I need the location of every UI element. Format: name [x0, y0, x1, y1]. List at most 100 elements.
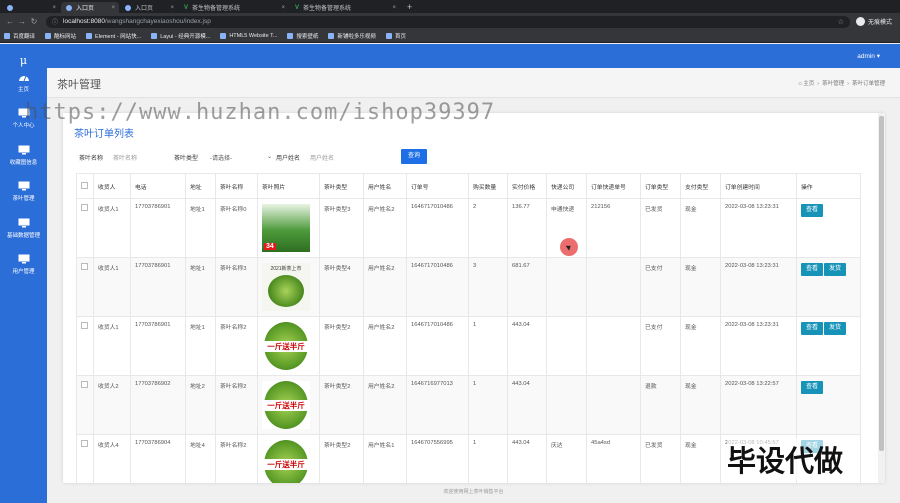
view-button[interactable]: 查看	[801, 381, 824, 394]
cell-img: 一斤送半斤	[257, 375, 320, 435]
cell-user: 用户姓名2	[363, 198, 407, 258]
monitor-icon	[18, 181, 30, 191]
cell-img: 34	[257, 198, 320, 258]
close-icon[interactable]: ×	[392, 5, 396, 11]
ship-button[interactable]: 发货	[824, 263, 847, 276]
browser-tab[interactable]: 入口页 ×	[61, 2, 119, 13]
filter-bar: 茶叶名称 茶叶名称 茶叶类型 -请选择- ⌄ 用户姓名 用户姓名 查询	[79, 149, 869, 165]
search-button[interactable]: 查询	[401, 149, 427, 164]
cell-img: 一斤送半斤	[257, 434, 320, 483]
user-menu[interactable]: admin ▾	[857, 52, 880, 60]
bookmark-item[interactable]: 新铺啦多乐视频	[328, 32, 376, 40]
cell-phone: 17703786904	[130, 434, 186, 483]
bookmark-item[interactable]: 搜索壁纸	[287, 32, 318, 40]
cell-type: 茶叶类型2	[319, 375, 364, 435]
row-checkbox[interactable]	[81, 381, 88, 388]
bookmark-label: HTML5 Website T...	[229, 33, 278, 39]
row-checkbox[interactable]	[81, 204, 88, 211]
row-checkbox[interactable]	[81, 322, 88, 329]
select-all-checkbox[interactable]	[81, 181, 88, 189]
cell-pay: 现金	[680, 316, 721, 376]
cell-tracking	[586, 375, 641, 435]
breadcrumb-item[interactable]: ⌂ 主页	[798, 81, 814, 87]
back-icon[interactable]: ←	[4, 17, 16, 26]
breadcrumb-item[interactable]: 茶叶管理	[822, 81, 844, 87]
bookmark-item[interactable]: HTML5 Website T...	[220, 33, 277, 39]
forward-icon[interactable]: →	[16, 17, 28, 26]
sidebar-item[interactable]: 茶叶管理	[0, 181, 47, 217]
cell-price: 443.04	[507, 375, 547, 435]
bookmark-star-icon[interactable]: ☆	[838, 18, 844, 26]
globe-icon	[66, 4, 72, 11]
cell-qty: 1	[468, 434, 508, 483]
cell-qty: 1	[468, 316, 508, 376]
cell-courier	[546, 257, 587, 317]
bookmark-item[interactable]: 百度翻译	[4, 32, 35, 40]
cell-pay: 现金	[680, 434, 721, 483]
bookmark-label: 百度翻译	[13, 34, 36, 40]
close-icon[interactable]: ×	[52, 5, 56, 11]
bookmark-item[interactable]: 首页	[385, 32, 406, 40]
browser-tab[interactable]: ×	[2, 2, 60, 13]
column-header: 实付价格	[507, 173, 547, 199]
cell-tracking	[586, 257, 641, 317]
cell-order-no: 1646717010486	[406, 257, 469, 317]
cell-img: 2021新茶上市	[257, 257, 320, 317]
browser-tab[interactable]: V 茶生物备管理系统 ×	[290, 2, 400, 13]
select-all-header[interactable]	[76, 173, 94, 199]
sidebar-item[interactable]: 基础数据管理	[0, 218, 47, 254]
cell-tea: 茶叶名称3	[215, 257, 258, 317]
table-header-row: 收货人 电话 地址 茶叶名称 茶叶照片 茶叶类型 用户姓名 订单号 购买数量 实付价格 快递公司 订单…	[76, 173, 861, 199]
cell-actions: 查看	[796, 198, 861, 258]
view-button[interactable]: 查看	[801, 263, 824, 276]
cell-user: 用户姓名1	[363, 434, 407, 483]
order-list-card: 茶叶订单列表 茶叶名称 茶叶名称 茶叶类型 -请选择- ⌄ 用户姓名 用户姓名 …	[63, 113, 885, 483]
view-button[interactable]: 查看	[801, 204, 824, 217]
user-name-input[interactable]: 用户姓名	[310, 153, 334, 162]
bookmark-favicon-icon	[4, 33, 10, 39]
bookmark-favicon-icon	[151, 33, 158, 39]
row-select-cell	[76, 198, 94, 258]
cell-address: 地址1	[185, 316, 216, 376]
tea-photo: 一斤送半斤	[262, 322, 310, 370]
browser-tab[interactable]: 入口页 ×	[120, 2, 178, 13]
scrollbar-thumb[interactable]	[879, 116, 884, 451]
profile-button[interactable]: 无痕模式	[856, 17, 892, 26]
cell-courier	[546, 375, 587, 435]
cell-courier	[546, 316, 587, 376]
sidebar-item-label: 主页	[17, 87, 29, 93]
close-icon[interactable]: ×	[111, 5, 115, 11]
view-button[interactable]: 查看	[801, 322, 824, 335]
sidebar-item[interactable]: 收藏图信息	[0, 145, 47, 181]
vertical-scrollbar[interactable]	[878, 113, 885, 483]
cell-type: 茶叶类型2	[319, 316, 364, 376]
close-icon[interactable]: ×	[170, 5, 174, 11]
breadcrumb-item[interactable]: 茶叶订单管理	[852, 81, 885, 87]
url-field[interactable]: ⓘ localhost:8080 /wangshangchayexiaoshou…	[46, 15, 850, 28]
info-icon[interactable]: ⓘ	[52, 17, 58, 26]
sidebar-item[interactable]: 用户管理	[0, 254, 47, 290]
tea-type-select[interactable]: -请选择- ⌄	[210, 153, 272, 162]
ship-button[interactable]: 发货	[824, 322, 847, 335]
bookmark-item[interactable]: Element - 网站快...	[86, 32, 141, 40]
bookmark-item[interactable]: 酷标网站	[45, 32, 76, 40]
page-header: 茶叶管理 ⌂ 主页 › 茶叶管理 › 茶叶订单管理	[47, 68, 900, 98]
tea-name-input[interactable]: 茶叶名称	[113, 153, 137, 162]
cell-tea: 茶叶名称0	[215, 198, 258, 258]
browser-tab[interactable]: V 茶生物备管理系统 ×	[179, 2, 289, 13]
close-icon[interactable]: ×	[281, 5, 285, 11]
url-host: localhost:8080	[63, 18, 105, 25]
footer-text: 欢迎使用网上茶叶销售平台	[443, 489, 504, 495]
vue-icon: V	[295, 4, 300, 11]
cell-address: 地址1	[185, 257, 216, 317]
row-checkbox[interactable]	[81, 440, 88, 447]
reload-icon[interactable]: ↻	[28, 17, 40, 26]
row-checkbox[interactable]	[81, 263, 88, 270]
corner-watermark: 毕设代做	[727, 438, 844, 480]
page-title: 茶叶管理	[57, 79, 101, 91]
bookmark-item[interactable]: Layui - 经典开源模...	[151, 32, 210, 40]
row-select-cell	[76, 316, 94, 376]
new-tab-button[interactable]: +	[401, 2, 418, 13]
cell-img: 一斤送半斤	[257, 316, 320, 376]
cell-actions: 查看 发货	[796, 316, 861, 376]
